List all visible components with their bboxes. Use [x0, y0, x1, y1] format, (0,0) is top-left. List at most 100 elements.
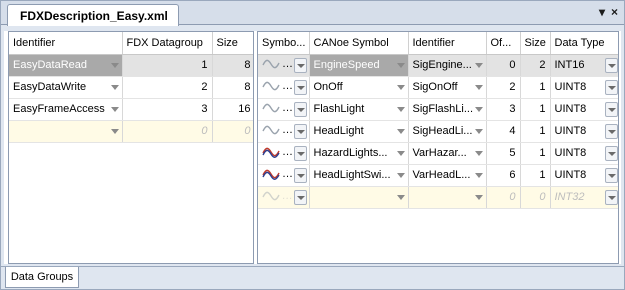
canoe-symbol-cell[interactable]: EngineSpeed — [309, 54, 409, 77]
datagroup-cell[interactable]: 3 — [122, 98, 213, 121]
column-header-canoe-symbol[interactable]: CANoe Symbol — [309, 32, 409, 55]
offset-cell[interactable]: 2 — [486, 76, 521, 99]
chevron-down-icon[interactable] — [474, 62, 483, 68]
chevron-down-icon[interactable] — [474, 194, 483, 200]
datagroup-cell[interactable]: 1 — [122, 54, 213, 77]
chevron-down-icon[interactable] — [604, 79, 618, 95]
chevron-down-icon[interactable] — [293, 189, 307, 205]
chevron-down-icon[interactable] — [110, 84, 119, 90]
table-row[interactable]: … OnOff SigOnOff 2 1 UINT8 — [258, 76, 618, 99]
datagroup-cell[interactable]: 0 — [122, 120, 213, 143]
chevron-down-icon[interactable] — [110, 106, 119, 112]
column-header-symbol[interactable]: Symbo... — [258, 32, 310, 55]
chevron-down-icon[interactable] — [474, 172, 483, 178]
chevron-down-icon[interactable] — [293, 123, 307, 139]
offset-cell[interactable]: 4 — [486, 120, 521, 143]
data-type-cell[interactable]: UINT8 — [550, 120, 618, 143]
table-row[interactable]: … EngineSpeed SigEngine... 0 2 INT16 — [258, 54, 618, 77]
new-row[interactable]: 00 — [9, 120, 253, 143]
symbol-cell[interactable]: … — [258, 54, 310, 77]
identifier-cell[interactable]: SigOnOff — [408, 76, 487, 99]
chevron-down-icon[interactable] — [396, 194, 405, 200]
chevron-down-icon[interactable] — [604, 189, 618, 205]
size-cell[interactable]: 16 — [212, 98, 253, 121]
table-row[interactable]: … HeadLightSwi... VarHeadL... 6 1 UINT8 — [258, 164, 618, 187]
offset-cell[interactable]: 5 — [486, 142, 521, 165]
size-cell[interactable]: 8 — [212, 54, 253, 77]
identifier-cell[interactable]: EasyDataRead — [9, 54, 123, 77]
chevron-down-icon[interactable] — [604, 145, 618, 161]
chevron-down-icon[interactable] — [396, 62, 405, 68]
identifier-cell[interactable] — [9, 120, 123, 143]
chevron-down-icon[interactable] — [474, 84, 483, 90]
identifier-cell[interactable]: SigHeadLi... — [408, 120, 487, 143]
symbol-cell[interactable]: … — [258, 120, 310, 143]
chevron-down-icon[interactable] — [396, 84, 405, 90]
size-cell[interactable]: 1 — [520, 76, 551, 99]
chevron-down-icon[interactable] — [604, 57, 618, 73]
column-header-offset[interactable]: Of... — [486, 32, 521, 55]
chevron-down-icon[interactable] — [396, 150, 405, 156]
identifier-cell[interactable]: SigFlashLi... — [408, 98, 487, 121]
chevron-down-icon[interactable] — [293, 79, 307, 95]
size-cell[interactable]: 1 — [520, 120, 551, 143]
data-type-cell[interactable]: INT16 — [550, 54, 618, 77]
canoe-symbol-cell[interactable]: OnOff — [309, 76, 409, 99]
chevron-down-icon[interactable] — [293, 57, 307, 73]
symbol-cell[interactable]: … — [258, 98, 310, 121]
symbol-cell[interactable]: … — [258, 186, 310, 209]
table-row[interactable]: EasyFrameAccess 3 16 — [9, 98, 253, 121]
offset-cell[interactable]: 6 — [486, 164, 521, 187]
tab-data-groups[interactable]: Data Groups — [5, 267, 79, 288]
dropdown-icon[interactable]: ▾ — [599, 5, 605, 19]
identifier-cell[interactable]: EasyFrameAccess — [9, 98, 123, 121]
canoe-symbol-cell[interactable] — [309, 186, 409, 209]
datagroup-cell[interactable]: 2 — [122, 76, 213, 99]
chevron-down-icon[interactable] — [604, 101, 618, 117]
identifier-cell[interactable] — [408, 186, 487, 209]
column-header-size[interactable]: Size — [212, 32, 253, 55]
size-cell[interactable]: 2 — [520, 54, 551, 77]
data-type-cell[interactable]: UINT8 — [550, 164, 618, 187]
close-icon[interactable]: × — [611, 5, 618, 19]
data-type-cell[interactable]: UINT8 — [550, 76, 618, 99]
offset-cell[interactable]: 3 — [486, 98, 521, 121]
identifier-cell[interactable]: SigEngine... — [408, 54, 487, 77]
column-header-fdx-datagroup[interactable]: FDX Datagroup — [122, 32, 213, 55]
column-header-size[interactable]: Size — [520, 32, 551, 55]
symbol-cell[interactable]: … — [258, 142, 310, 165]
size-cell[interactable]: 1 — [520, 164, 551, 187]
chevron-down-icon[interactable] — [604, 167, 618, 183]
chevron-down-icon[interactable] — [396, 172, 405, 178]
chevron-down-icon[interactable] — [474, 128, 483, 134]
chevron-down-icon[interactable] — [474, 150, 483, 156]
data-type-cell[interactable]: INT32 — [550, 186, 618, 209]
symbol-cell[interactable]: … — [258, 76, 310, 99]
size-cell[interactable]: 1 — [520, 98, 551, 121]
column-header-identifier[interactable]: Identifier — [408, 32, 487, 55]
table-row[interactable]: … FlashLight SigFlashLi... 3 1 UINT8 — [258, 98, 618, 121]
symbol-cell[interactable]: … — [258, 164, 310, 187]
canoe-symbol-cell[interactable]: HeadLight — [309, 120, 409, 143]
table-row[interactable]: … HazardLights... VarHazar... 5 1 UINT8 — [258, 142, 618, 165]
identifier-cell[interactable]: EasyDataWrite — [9, 76, 123, 99]
chevron-down-icon[interactable] — [110, 62, 119, 68]
chevron-down-icon[interactable] — [604, 123, 618, 139]
size-cell[interactable]: 0 — [520, 186, 551, 209]
data-type-cell[interactable]: UINT8 — [550, 142, 618, 165]
chevron-down-icon[interactable] — [474, 106, 483, 112]
new-row[interactable]: … 0 0 INT32 — [258, 186, 618, 209]
size-cell[interactable]: 0 — [212, 120, 253, 143]
chevron-down-icon[interactable] — [396, 106, 405, 112]
column-header-identifier[interactable]: Identifier — [9, 32, 123, 55]
data-type-cell[interactable]: UINT8 — [550, 98, 618, 121]
chevron-down-icon[interactable] — [293, 167, 307, 183]
column-header-data-type[interactable]: Data Type — [550, 32, 618, 55]
table-row[interactable]: EasyDataRead 1 8 — [9, 54, 253, 77]
identifier-cell[interactable]: VarHazar... — [408, 142, 487, 165]
size-cell[interactable]: 8 — [212, 76, 253, 99]
table-row[interactable]: … HeadLight SigHeadLi... 4 1 UINT8 — [258, 120, 618, 143]
offset-cell[interactable]: 0 — [486, 54, 521, 77]
size-cell[interactable]: 1 — [520, 142, 551, 165]
identifier-cell[interactable]: VarHeadL... — [408, 164, 487, 187]
